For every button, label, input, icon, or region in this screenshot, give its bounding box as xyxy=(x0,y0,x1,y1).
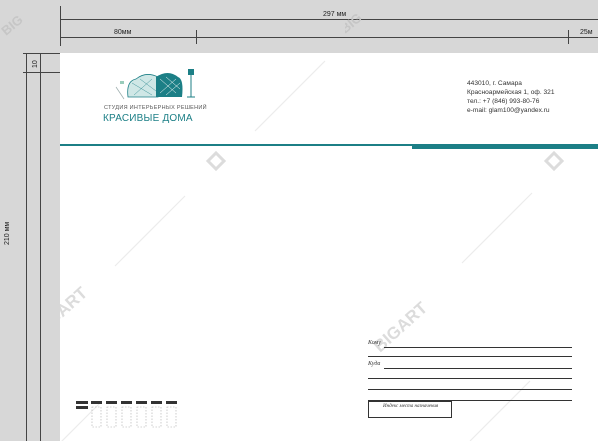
logo-title: КРАСИВЫЕ ДОМА xyxy=(103,113,193,124)
height-dimension-line xyxy=(40,53,41,441)
svg-text:BIG: BIG xyxy=(345,10,365,36)
margin-dimension-tick xyxy=(196,30,197,44)
width-dimension-label: 297 мм xyxy=(323,11,347,18)
watermark-corner-top-left: BIG xyxy=(0,12,26,38)
width-dimension-tick-left xyxy=(60,6,61,46)
sender-address: 443010, г. Самара Красноармейская 1, оф.… xyxy=(467,79,554,115)
header-divider-accent xyxy=(412,145,598,149)
top-margin-tick xyxy=(23,72,60,73)
to-whom-line-2 xyxy=(368,356,572,357)
watermark-top-center: BIG xyxy=(345,10,365,36)
to-whom-label: Кому xyxy=(368,340,382,346)
margin-dimension-tick-right xyxy=(568,30,569,44)
where-line-3 xyxy=(368,389,572,390)
address-line-4: e-mail: glam100@yandex.ru xyxy=(467,107,550,114)
where-line-1 xyxy=(384,368,572,369)
width-dimension-line xyxy=(60,19,598,20)
address-line-3: тел.: +7 (846) 993-80-76 xyxy=(467,98,540,105)
postal-code-box: Индекс места назначения xyxy=(368,401,452,418)
address-line-1: 443010, г. Самара xyxy=(467,80,522,87)
postal-index-stencil xyxy=(76,401,177,428)
top-margin-label: 10 xyxy=(32,60,39,68)
address-line-2: Красноармейская 1, оф. 321 xyxy=(467,89,555,96)
logo-subtitle: СТУДИЯ ИНТЕРЬЕРНЫХ РЕШЕНИЙ xyxy=(104,105,207,111)
where-line-2 xyxy=(368,378,572,379)
envelope: BIGART BIGART СТУДИЯ ИНТЕРЬЕРНЫХ РЕШЕНИЙ… xyxy=(60,53,598,441)
right-margin-label: 25м xyxy=(580,29,593,36)
top-margin-dimension-line xyxy=(26,53,27,441)
postal-code-label: Индекс места назначения xyxy=(383,404,439,409)
svg-text:BIG: BIG xyxy=(0,12,26,38)
left-margin-label: 80мм xyxy=(114,29,132,36)
where-label: Куда xyxy=(368,361,381,367)
margin-dimension-line xyxy=(60,37,598,38)
svg-text:BIGART: BIGART xyxy=(60,283,92,341)
height-dimension-tick-top xyxy=(23,53,60,54)
to-whom-line-1 xyxy=(384,347,572,348)
sofa-logo-icon xyxy=(115,69,195,100)
height-dimension-label: 210 мм xyxy=(4,221,11,245)
